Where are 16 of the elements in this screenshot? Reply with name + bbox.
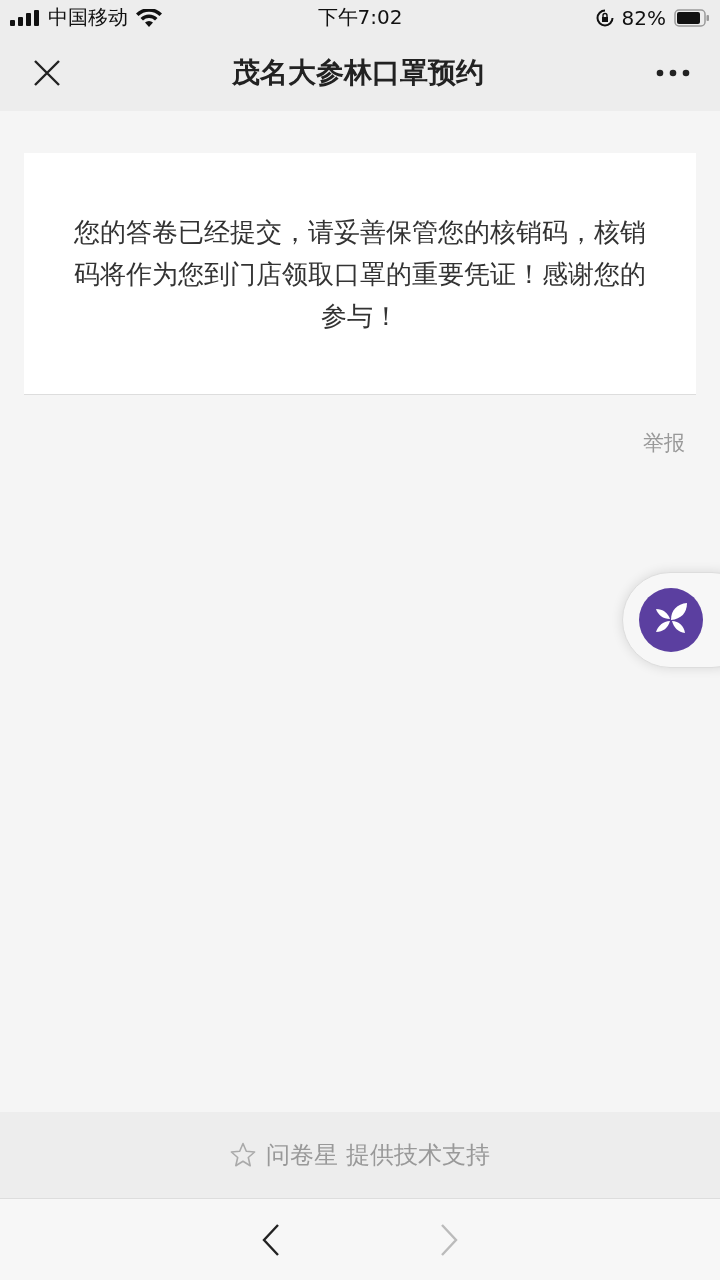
star-icon	[230, 1142, 257, 1168]
report-link[interactable]: 举报	[643, 429, 685, 457]
submission-message: 您的答卷已经提交，请妥善保管您的核销码，核销码将作为您到门店领取口罩的重要凭证！感谢您的参与！	[73, 215, 647, 333]
carrier-name: 中国移动	[48, 4, 128, 31]
chevron-right-icon	[439, 1222, 459, 1257]
wifi-icon	[136, 8, 162, 27]
footer-credit: 问卷星 提供技术支持	[266, 1140, 490, 1171]
page-title: 茂名大参林口罩预约	[232, 55, 484, 91]
rotation-lock-icon	[595, 8, 614, 27]
close-icon	[34, 60, 60, 86]
chevron-left-icon	[261, 1222, 281, 1257]
status-time: 下午7:02	[317, 4, 403, 31]
battery-percent: 82%	[621, 5, 666, 30]
signal-icon	[10, 9, 40, 26]
battery-icon	[674, 8, 710, 27]
more-icon	[656, 69, 690, 77]
